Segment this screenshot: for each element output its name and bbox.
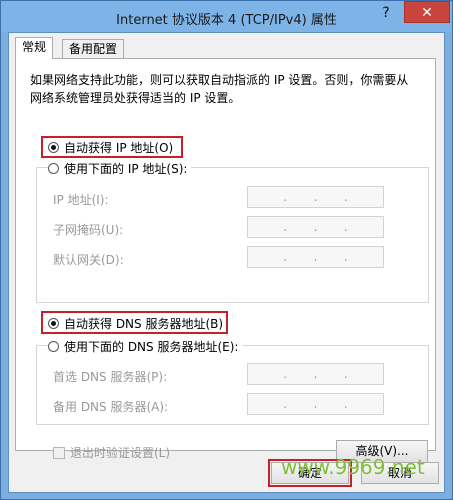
radio-button-checked[interactable]: [48, 317, 59, 329]
description-text: 如果网络支持此功能，则可以获取自动指派的 IP 设置。否则，你需要从网络系统管理…: [30, 73, 409, 105]
preferred-dns-label: 首选 DNS 服务器(P):: [53, 370, 168, 384]
radio-label: 使用下面的 DNS 服务器地址(E):: [64, 339, 239, 354]
subnet-mask-label: 子网掩码(U):: [53, 223, 124, 237]
radio-button[interactable]: [48, 340, 59, 352]
radio-auto-ip[interactable]: 自动获得 IP 地址(O): [48, 138, 173, 156]
alternate-dns-label: 备用 DNS 服务器(A):: [53, 400, 169, 414]
radio-manual-dns[interactable]: 使用下面的 DNS 服务器地址(E):: [48, 337, 243, 355]
help-icon[interactable]: ?: [372, 2, 400, 24]
radio-label: 自动获得 IP 地址(O): [64, 140, 174, 155]
subnet-mask-input[interactable]: ...: [247, 216, 384, 238]
validate-on-exit-checkbox[interactable]: 退出时验证设置(L): [53, 444, 170, 461]
radio-button[interactable]: [48, 162, 59, 174]
title-bar[interactable]: Internet 协议版本 4 (TCP/IPv4) 属性 ? ✕: [1, 1, 452, 32]
dialog-window: Internet 协议版本 4 (TCP/IPv4) 属性 ? ✕ 常规 备用配…: [0, 0, 453, 500]
default-gateway-input[interactable]: ...: [247, 246, 384, 268]
radio-label: 使用下面的 IP 地址(S):: [64, 161, 188, 176]
radio-manual-ip[interactable]: 使用下面的 IP 地址(S):: [48, 159, 192, 177]
ip-address-label: IP 地址(I):: [53, 193, 109, 207]
tab-alternate-config[interactable]: 备用配置: [62, 39, 125, 59]
tab-panel-general: 如果网络支持此功能，则可以获取自动指派的 IP 设置。否则，你需要从网络系统管理…: [15, 58, 436, 463]
close-icon[interactable]: ✕: [404, 1, 450, 23]
radio-label: 自动获得 DNS 服务器地址(B): [64, 316, 224, 331]
tab-general[interactable]: 常规: [15, 37, 54, 59]
alternate-dns-input[interactable]: ...: [247, 393, 384, 415]
radio-button-checked[interactable]: [48, 141, 59, 153]
preferred-dns-input[interactable]: ...: [247, 363, 384, 385]
radio-auto-dns[interactable]: 自动获得 DNS 服务器地址(B): [48, 314, 223, 332]
watermark-text: www.9969.net: [281, 455, 425, 479]
checkbox-box[interactable]: [53, 446, 65, 459]
checkbox-label: 退出时验证设置(L): [70, 446, 171, 460]
default-gateway-label: 默认网关(D):: [53, 253, 124, 267]
dialog-client-area: 常规 备用配置 如果网络支持此功能，则可以获取自动指派的 IP 设置。否则，你需…: [8, 32, 445, 493]
ip-address-input[interactable]: ...: [247, 186, 384, 208]
